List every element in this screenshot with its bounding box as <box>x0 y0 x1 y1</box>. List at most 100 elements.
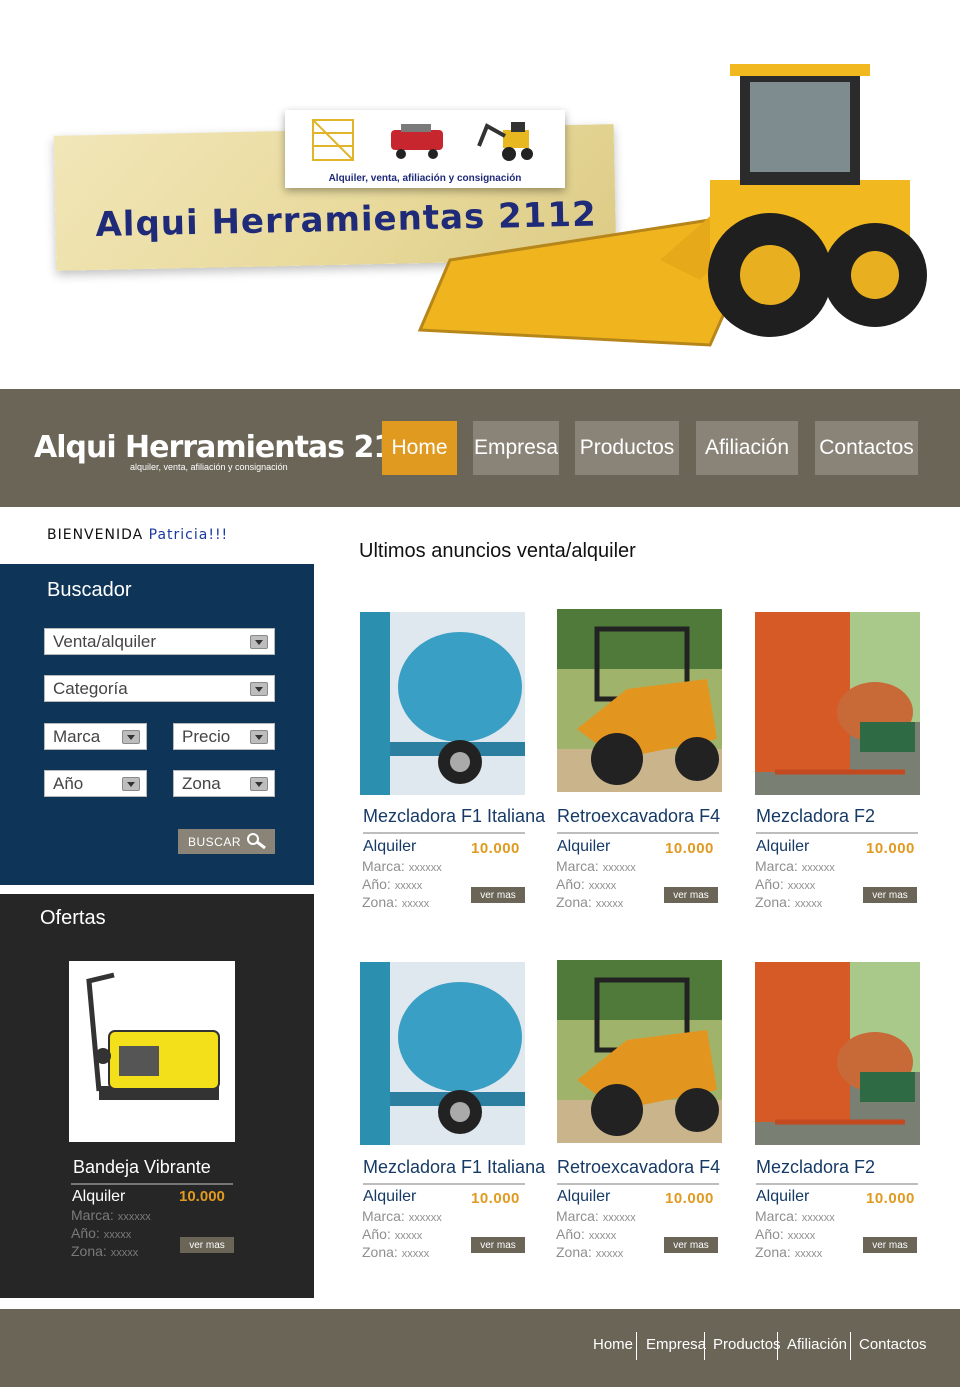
nav-contactos[interactable]: Contactos <box>815 421 918 475</box>
listing-title[interactable]: Mezcladora F2 <box>756 806 875 827</box>
listing-marca-label: Marca: <box>755 858 798 874</box>
listing-divider <box>363 1183 525 1185</box>
listing-ver-mas-button[interactable]: ver mas <box>664 1237 718 1253</box>
listing-anio-value: xxxxx <box>394 880 423 892</box>
listing-zona-value: xxxxx <box>794 1248 823 1260</box>
footer-link-empresa[interactable]: Empresa <box>646 1336 706 1353</box>
footer-link-home[interactable]: Home <box>593 1336 633 1353</box>
listing-label: Alquiler <box>756 1188 810 1205</box>
listing-anio-label: Año: <box>755 1226 784 1242</box>
welcome-prefix: BIENVENIDA <box>47 527 144 543</box>
dropdown-arrow-icon[interactable] <box>122 730 140 744</box>
listing-zona-label: Zona: <box>755 1244 791 1260</box>
year-select-value: Año <box>53 773 84 793</box>
listing-zona-label: Zona: <box>556 1244 592 1260</box>
listing-image-backhoe[interactable] <box>557 609 722 792</box>
listing-image-backhoe[interactable] <box>557 960 722 1143</box>
listing-zona-label: Zona: <box>556 894 592 910</box>
listing-marca-label: Marca: <box>362 858 405 874</box>
type-select[interactable]: Venta/alquiler <box>44 628 275 655</box>
listing-image-mixer[interactable] <box>360 962 525 1145</box>
offer-product-image[interactable] <box>69 961 235 1142</box>
listing-ver-mas-button[interactable]: ver mas <box>863 1237 917 1253</box>
offer-anio-label: Año: <box>71 1225 100 1241</box>
zone-select-value: Zona <box>182 773 221 793</box>
listing-price: 10.000 <box>866 840 915 857</box>
dropdown-arrow-icon[interactable] <box>250 682 268 696</box>
listing-zona-label: Zona: <box>362 1244 398 1260</box>
listing-marca-value: xxxxxx <box>801 1212 835 1224</box>
search-button-label: BUSCAR <box>188 834 242 849</box>
offer-title[interactable]: Bandeja Vibrante <box>73 1157 211 1178</box>
listing-zona-label: Zona: <box>755 894 791 910</box>
listing-title[interactable]: Mezcladora F1 Italiana <box>363 1157 545 1178</box>
listing-image-mixer-2[interactable] <box>755 962 920 1145</box>
listing-ver-mas-button[interactable]: ver mas <box>664 887 718 903</box>
brand-select[interactable]: Marca <box>44 723 147 750</box>
listing-ver-mas-button[interactable]: ver mas <box>471 887 525 903</box>
nav-logo-tagline: alquiler, venta, afiliación y consignaci… <box>130 462 288 472</box>
hero-banner: Alqui Herramientas 2112 Alquiler, venta,… <box>0 0 960 388</box>
listing-marca-label: Marca: <box>755 1208 798 1224</box>
dropdown-arrow-icon[interactable] <box>250 730 268 744</box>
footer-link-contactos[interactable]: Contactos <box>859 1336 927 1353</box>
magnifier-icon <box>247 833 266 850</box>
price-select[interactable]: Precio <box>173 723 275 750</box>
wheel-loader-image <box>417 64 927 347</box>
listing-title[interactable]: Retroexcavadora F4 <box>557 806 720 827</box>
listing-image-mixer[interactable] <box>360 612 525 795</box>
listing-meta: Marca: xxxxxx Año: xxxxx Zona: xxxxx <box>362 1208 442 1262</box>
dropdown-arrow-icon[interactable] <box>250 635 268 649</box>
listing-meta: Marca: xxxxxx Año: xxxxx Zona: xxxxx <box>556 1208 636 1262</box>
brand-select-value: Marca <box>53 726 101 746</box>
listing-divider <box>363 832 525 834</box>
listing-image-mixer-2[interactable] <box>755 612 920 795</box>
price-select-value: Precio <box>182 726 231 746</box>
footer-link-afiliacion[interactable]: Afiliación <box>787 1336 847 1353</box>
listing-anio-label: Año: <box>556 876 585 892</box>
listing-anio-value: xxxxx <box>787 880 816 892</box>
category-select[interactable]: Categoría <box>44 675 275 702</box>
nav-home[interactable]: Home <box>382 421 457 475</box>
listing-ver-mas-button[interactable]: ver mas <box>471 1237 525 1253</box>
listing-label: Alquiler <box>363 838 417 855</box>
nav-productos[interactable]: Productos <box>575 421 679 475</box>
listing-anio-value: xxxxx <box>588 1230 617 1242</box>
listing-meta: Marca: xxxxxx Año: xxxxx Zona: xxxxx <box>362 858 442 912</box>
listing-anio-label: Año: <box>362 876 391 892</box>
listing-ver-mas-button[interactable]: ver mas <box>863 887 917 903</box>
listings-title: Ultimos anuncios venta/alquiler <box>359 540 636 562</box>
listing-title[interactable]: Retroexcavadora F4 <box>557 1157 720 1178</box>
nav-empresa[interactable]: Empresa <box>473 421 559 475</box>
year-select[interactable]: Año <box>44 770 147 797</box>
listing-title[interactable]: Mezcladora F1 Italiana <box>363 806 545 827</box>
dropdown-arrow-icon[interactable] <box>122 777 140 791</box>
footer-link-productos[interactable]: Productos <box>713 1336 781 1353</box>
listing-zona-value: xxxxx <box>401 898 430 910</box>
listing-anio-value: xxxxx <box>588 880 617 892</box>
search-panel-title: Buscador <box>47 579 132 601</box>
offer-divider <box>71 1183 233 1185</box>
offer-ver-mas-button[interactable]: ver mas <box>180 1237 234 1253</box>
footer-separator <box>636 1332 637 1360</box>
listing-anio-label: Año: <box>556 1226 585 1242</box>
category-select-value: Categoría <box>53 678 128 698</box>
nav-afiliacion[interactable]: Afiliación <box>696 421 798 475</box>
listing-divider <box>756 1183 918 1185</box>
nav-logo[interactable]: Alqui Herramientas 2112 <box>34 430 434 465</box>
listing-title[interactable]: Mezcladora F2 <box>756 1157 875 1178</box>
listing-divider <box>756 832 918 834</box>
listing-anio-value: xxxxx <box>787 1230 816 1242</box>
listing-label: Alquiler <box>557 838 611 855</box>
offers-panel-title: Ofertas <box>40 907 106 929</box>
listing-marca-label: Marca: <box>362 1208 405 1224</box>
listing-meta: Marca: xxxxxx Año: xxxxx Zona: xxxxx <box>556 858 636 912</box>
dropdown-arrow-icon[interactable] <box>250 777 268 791</box>
listing-label: Alquiler <box>557 1188 611 1205</box>
search-button[interactable]: BUSCAR <box>178 829 275 854</box>
footer-separator <box>704 1332 705 1360</box>
offer-zona-value: xxxxx <box>110 1247 139 1259</box>
listing-zona-value: xxxxx <box>401 1248 430 1260</box>
zone-select[interactable]: Zona <box>173 770 275 797</box>
listing-zona-value: xxxxx <box>595 898 624 910</box>
